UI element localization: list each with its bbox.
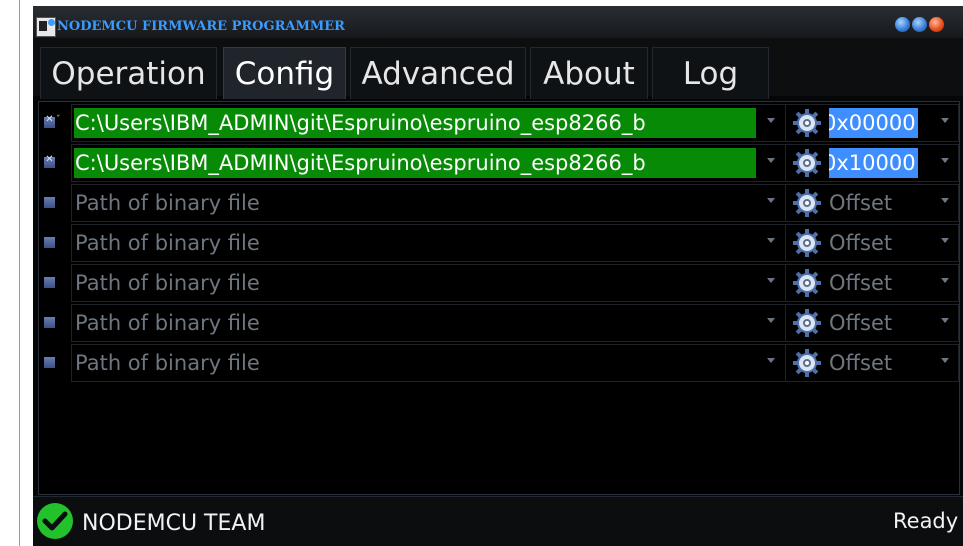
- offset-field[interactable]: 0x00000: [829, 108, 927, 138]
- binary-row: Path of binary file Offset: [39, 184, 961, 222]
- app-window: NODEMCU FIRMWARE PROGRAMMER Operation Co…: [33, 6, 963, 546]
- gear-icon[interactable]: [792, 308, 822, 338]
- chevron-down-icon[interactable]: [941, 278, 949, 283]
- row-checkbox[interactable]: [44, 237, 55, 248]
- offset-field[interactable]: Offset: [829, 268, 927, 298]
- binary-path-field[interactable]: C:\Users\IBM_ADMIN\git\Espruino\espruino…: [74, 108, 756, 138]
- tab-advanced[interactable]: Advanced: [350, 47, 526, 99]
- chevron-down-icon[interactable]: [941, 238, 949, 243]
- binary-path-field[interactable]: Path of binary file: [74, 268, 756, 298]
- offset-field[interactable]: 0x10000: [829, 148, 927, 178]
- offset-field[interactable]: Offset: [829, 308, 927, 338]
- app-icon: [36, 17, 56, 37]
- binary-row: Path of binary file Offset: [39, 264, 961, 302]
- row-checkbox[interactable]: [44, 357, 55, 368]
- chevron-down-icon[interactable]: [767, 198, 775, 203]
- binary-row: Path of binary file Offset: [39, 304, 961, 342]
- chevron-down-icon[interactable]: [767, 238, 775, 243]
- chevron-down-icon[interactable]: [767, 318, 775, 323]
- tab-about[interactable]: About: [530, 47, 648, 99]
- tab-operation[interactable]: Operation: [40, 47, 217, 99]
- check-circle-icon: [37, 503, 73, 539]
- binary-path-field[interactable]: Path of binary file: [74, 348, 756, 378]
- row-checkbox[interactable]: [44, 317, 55, 328]
- binary-row: C:\Users\IBM_ADMIN\git\Espruino\espruino…: [39, 144, 961, 182]
- maximize-icon[interactable]: [912, 17, 927, 32]
- close-icon[interactable]: [929, 17, 944, 32]
- chevron-down-icon[interactable]: [941, 358, 949, 363]
- row-checkbox[interactable]: [44, 197, 55, 208]
- chevron-down-icon[interactable]: [941, 198, 949, 203]
- gear-icon[interactable]: [792, 188, 822, 218]
- row-checkbox[interactable]: [44, 154, 55, 168]
- row-checkbox[interactable]: [44, 277, 55, 288]
- left-border-line: [19, 0, 20, 546]
- status-text: Ready: [893, 509, 959, 533]
- binary-path-field[interactable]: Path of binary file: [74, 188, 756, 218]
- tab-config[interactable]: Config: [223, 47, 346, 99]
- offset-field[interactable]: Offset: [829, 348, 927, 378]
- gear-icon[interactable]: [792, 228, 822, 258]
- chevron-down-icon[interactable]: [767, 358, 775, 363]
- gear-icon[interactable]: [792, 148, 822, 178]
- gear-icon[interactable]: [792, 108, 822, 138]
- binary-path-field[interactable]: Path of binary file: [74, 228, 756, 258]
- team-label: NODEMCU TEAM: [82, 511, 266, 536]
- gear-icon[interactable]: [792, 268, 822, 298]
- minimize-icon[interactable]: [895, 17, 910, 32]
- chevron-down-icon[interactable]: [767, 118, 775, 123]
- binary-path-field[interactable]: Path of binary file: [74, 308, 756, 338]
- status-bar: NODEMCU TEAM Ready: [33, 496, 963, 546]
- offset-field[interactable]: Offset: [829, 188, 927, 218]
- binary-row: Path of binary file Offset: [39, 224, 961, 262]
- binary-path-field[interactable]: C:\Users\IBM_ADMIN\git\Espruino\espruino…: [74, 148, 756, 178]
- title-bar[interactable]: NODEMCU FIRMWARE PROGRAMMER: [33, 6, 963, 38]
- chevron-down-icon[interactable]: [767, 278, 775, 283]
- chevron-down-icon[interactable]: [767, 158, 775, 163]
- window-title: NODEMCU FIRMWARE PROGRAMMER: [57, 19, 345, 34]
- chevron-down-icon[interactable]: [941, 118, 949, 123]
- chevron-down-icon[interactable]: [941, 318, 949, 323]
- chevron-down-icon[interactable]: [941, 158, 949, 163]
- binary-row: ˇ C:\Users\IBM_ADMIN\git\Espruino\esprui…: [39, 104, 961, 142]
- row-checkbox[interactable]: [44, 114, 55, 128]
- binary-row: Path of binary file Offset: [39, 344, 961, 382]
- tab-log[interactable]: Log: [652, 47, 769, 99]
- offset-field[interactable]: Offset: [829, 228, 927, 258]
- gear-icon[interactable]: [792, 348, 822, 378]
- config-panel: ˇ C:\Users\IBM_ADMIN\git\Espruino\esprui…: [38, 101, 960, 495]
